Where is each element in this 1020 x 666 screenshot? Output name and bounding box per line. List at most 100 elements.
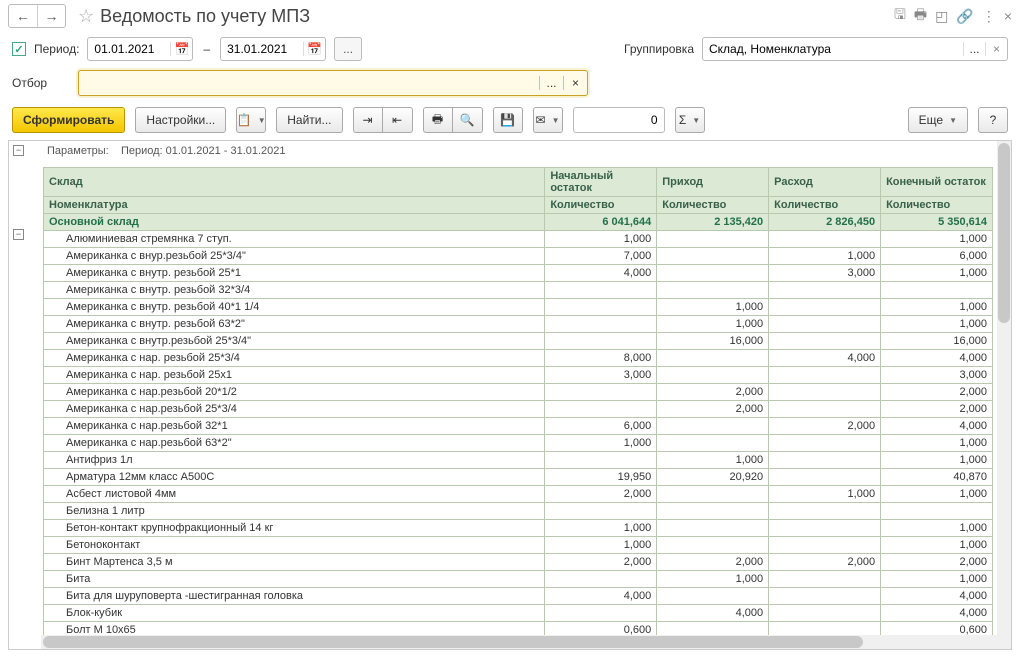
sum-input[interactable]: [574, 111, 664, 129]
table-row[interactable]: Американка с нар.резьбой 32*16,0002,0004…: [44, 418, 993, 435]
cell-out: [769, 520, 881, 537]
calendar-to-icon[interactable]: 📅: [303, 42, 325, 56]
print-icon[interactable]: 🖶: [914, 4, 927, 28]
total-start: 6 041,644: [545, 214, 657, 231]
grouping-clear-button[interactable]: ×: [985, 42, 1007, 56]
table-row[interactable]: Американка с внутр. резьбой 63*2"1,0001,…: [44, 316, 993, 333]
total-row[interactable]: Основной склад 6 041,644 2 135,420 2 826…: [44, 214, 993, 231]
collapse-button[interactable]: ⇤: [383, 107, 413, 133]
collapse-all-icon[interactable]: −: [13, 145, 24, 156]
cell-in: [657, 231, 769, 248]
horizontal-scrollbar[interactable]: [41, 635, 997, 649]
cell-in: [657, 350, 769, 367]
cell-name: Бетон-контакт крупнофракционный 14 кг: [44, 520, 545, 537]
back-button[interactable]: ←: [9, 5, 37, 27]
cell-start: 19,950: [545, 469, 657, 486]
table-row[interactable]: Алюминиевая стремянка 7 ступ.1,0001,000: [44, 231, 993, 248]
cell-in: [657, 503, 769, 520]
table-row[interactable]: Американка с внутр. резьбой 32*3/4: [44, 282, 993, 299]
cell-name: Американка с внутр. резьбой 32*3/4: [44, 282, 545, 299]
cell-start: 1,000: [545, 231, 657, 248]
th-out: Расход: [769, 168, 881, 197]
hscroll-thumb[interactable]: [43, 636, 863, 648]
table-row[interactable]: Бетоноконтакт1,0001,000: [44, 537, 993, 554]
table-row[interactable]: Американка с внутр. резьбой 25*14,0003,0…: [44, 265, 993, 282]
table-row[interactable]: Американка с нар. резьбой 25х13,0003,000: [44, 367, 993, 384]
more-menu-icon[interactable]: ⋮: [982, 8, 996, 25]
table-row[interactable]: Асбест листовой 4мм2,0001,0001,000: [44, 486, 993, 503]
report-table: Склад Начальный остаток Приход Расход Ко…: [43, 167, 993, 635]
table-row[interactable]: Американка с внутр. резьбой 40*1 1/41,00…: [44, 299, 993, 316]
forward-button[interactable]: →: [37, 5, 65, 27]
star-icon[interactable]: ☆: [78, 6, 94, 27]
cell-end: 0,600: [881, 622, 993, 636]
print-preview-button[interactable]: 🔍: [453, 107, 483, 133]
help-button[interactable]: ?: [978, 107, 1008, 133]
cell-out: [769, 435, 881, 452]
grouping-select-button[interactable]: ...: [963, 42, 985, 56]
cell-start: [545, 316, 657, 333]
table-row[interactable]: Американка с внутр.резьбой 25*3/4"16,000…: [44, 333, 993, 350]
table-row[interactable]: Болт М 10х650,6000,600: [44, 622, 993, 636]
preview-icon[interactable]: ◰: [935, 8, 948, 25]
params-label: Параметры:: [47, 145, 109, 157]
vscroll-thumb[interactable]: [998, 143, 1010, 323]
filter-select-button[interactable]: ...: [539, 76, 563, 90]
cell-out: [769, 469, 881, 486]
table-row[interactable]: Американка с нар. резьбой 25*3/48,0004,0…: [44, 350, 993, 367]
grouping-field[interactable]: ... ×: [702, 37, 1008, 61]
table-row[interactable]: Антифриз 1л1,0001,000: [44, 452, 993, 469]
cell-name: Американка с нар.резьбой 32*1: [44, 418, 545, 435]
cell-start: 8,000: [545, 350, 657, 367]
calendar-icon[interactable]: 📅: [170, 42, 192, 56]
vertical-scrollbar[interactable]: [997, 141, 1011, 635]
sigma-button[interactable]: Σ▼: [675, 107, 705, 133]
cell-start: 1,000: [545, 520, 657, 537]
collapse-group-icon[interactable]: −: [13, 229, 24, 240]
period-checkbox[interactable]: ✓: [12, 42, 26, 56]
mail-button[interactable]: ✉▼: [533, 107, 563, 133]
close-icon[interactable]: ×: [1004, 8, 1012, 24]
cell-out: [769, 588, 881, 605]
table-row[interactable]: Арматура 12мм класс А500С19,95020,92040,…: [44, 469, 993, 486]
table-row[interactable]: Американка с нар.резьбой 25*3/42,0002,00…: [44, 401, 993, 418]
table-row[interactable]: Американка с внур.резьбой 25*3/4"7,0001,…: [44, 248, 993, 265]
sum-field[interactable]: [573, 107, 665, 133]
table-row[interactable]: Бита1,0001,000: [44, 571, 993, 588]
settings-button[interactable]: Настройки...: [135, 107, 226, 133]
period-select-button[interactable]: ...: [334, 37, 362, 61]
th-qty1: Количество: [545, 197, 657, 214]
table-row[interactable]: Бетон-контакт крупнофракционный 14 кг1,0…: [44, 520, 993, 537]
table-row[interactable]: Бинт Мартенса 3,5 м2,0002,0002,0002,000: [44, 554, 993, 571]
cell-name: Арматура 12мм класс А500С: [44, 469, 545, 486]
table-row[interactable]: Американка с нар.резьбой 20*1/22,0002,00…: [44, 384, 993, 401]
period-from-field[interactable]: 📅: [87, 37, 193, 61]
table-row[interactable]: Американка с нар.резьбой 63*2"1,0001,000: [44, 435, 993, 452]
cell-out: [769, 452, 881, 469]
cell-out: [769, 605, 881, 622]
link-icon[interactable]: 🔗: [956, 8, 973, 25]
cell-in: [657, 588, 769, 605]
period-to-input[interactable]: [221, 40, 303, 58]
save-icon[interactable]: 🖫: [894, 4, 906, 28]
period-from-input[interactable]: [88, 40, 170, 58]
cell-name: Американка с внутр.резьбой 25*3/4": [44, 333, 545, 350]
cell-start: [545, 282, 657, 299]
table-row[interactable]: Бита для шуруповерта -шестигранная голов…: [44, 588, 993, 605]
grouping-input[interactable]: [703, 40, 963, 58]
cell-start: [545, 452, 657, 469]
find-button[interactable]: Найти...: [276, 107, 342, 133]
print-button[interactable]: 🖶: [423, 107, 453, 133]
paste-button[interactable]: 📋▼: [236, 107, 266, 133]
expand-button[interactable]: ⇥: [353, 107, 383, 133]
form-button[interactable]: Сформировать: [12, 107, 125, 133]
filter-input[interactable]: [79, 74, 539, 92]
table-row[interactable]: Белизна 1 литр: [44, 503, 993, 520]
period-to-field[interactable]: 📅: [220, 37, 326, 61]
table-row[interactable]: Блок-кубик4,0004,000: [44, 605, 993, 622]
filter-field[interactable]: ... ×: [78, 70, 588, 96]
filter-clear-button[interactable]: ×: [563, 76, 587, 90]
cell-start: [545, 384, 657, 401]
more-button[interactable]: Еще▼: [908, 107, 968, 133]
save-button[interactable]: 💾: [493, 107, 523, 133]
